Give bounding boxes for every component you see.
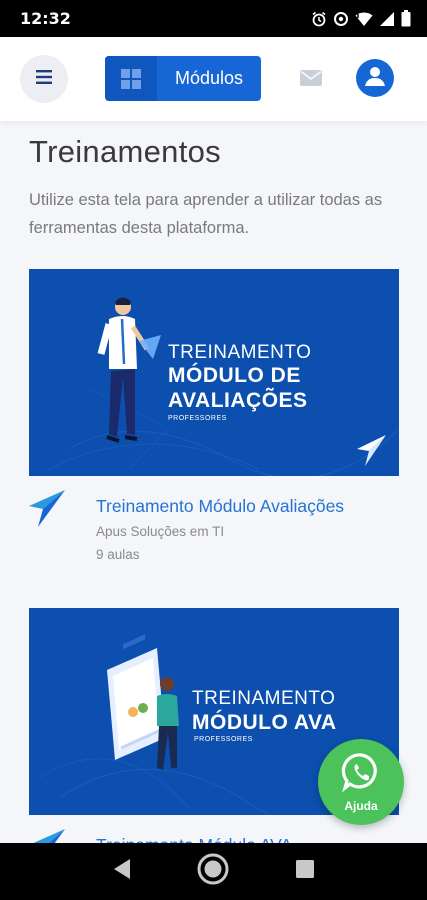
back-icon[interactable]: [112, 858, 132, 885]
user-avatar[interactable]: [356, 59, 394, 97]
banner-audience: PROFESSORES: [168, 415, 227, 422]
data-saver-icon: [333, 11, 349, 27]
page-description: Utilize esta tela para aprender a utiliz…: [29, 191, 383, 237]
training-author: Apus Soluções em TI: [96, 524, 225, 539]
banner-subtitle: MÓDULO AVA: [192, 711, 337, 734]
signal-icon: [379, 11, 395, 27]
status-bar: 12:32: [0, 0, 427, 37]
nav-bar: [0, 843, 427, 900]
status-time: 12:32: [20, 9, 71, 28]
help-label: Ajuda: [344, 798, 378, 813]
person-illustration: [97, 297, 161, 443]
modules-label: Módulos: [174, 68, 244, 88]
brand-logo-icon: [29, 490, 65, 533]
whatsapp-icon: [341, 752, 381, 797]
alarm-icon: [311, 11, 327, 27]
grid-icon: [105, 56, 157, 101]
hamburger-icon: [36, 69, 52, 89]
training-info: Treinamento Módulo Avaliações Apus Soluç…: [29, 476, 399, 571]
recents-icon[interactable]: [295, 859, 315, 884]
battery-icon: [401, 10, 411, 27]
banner-subtitle: AVALIAÇÕES: [168, 389, 308, 412]
user-icon: [362, 63, 388, 94]
status-icons: [311, 10, 411, 27]
training-banner[interactable]: TREINAMENTO MÓDULO DE AVALIAÇÕES PROFESS…: [29, 269, 399, 476]
banner-title: TREINAMENTO: [192, 688, 336, 709]
tablet-illustration: [107, 634, 165, 760]
training-title[interactable]: Treinamento Módulo Avaliações: [96, 496, 344, 517]
modules-button[interactable]: Módulos: [105, 56, 261, 101]
home-icon[interactable]: [196, 852, 230, 891]
training-lessons: 9 aulas: [96, 547, 140, 562]
banner-title: TREINAMENTO: [168, 342, 312, 363]
mail-icon[interactable]: [300, 70, 322, 91]
wifi-icon: [355, 11, 373, 27]
help-button[interactable]: Ajuda: [318, 739, 404, 825]
banner-audience: PROFESSORES: [194, 736, 253, 743]
menu-button[interactable]: [20, 55, 68, 103]
training-card[interactable]: TREINAMENTO MÓDULO DE AVALIAÇÕES PROFESS…: [29, 269, 399, 571]
brand-logo-icon: [357, 435, 387, 472]
banner-subtitle: MÓDULO DE: [168, 364, 301, 387]
page-title: Treinamentos: [29, 134, 221, 169]
